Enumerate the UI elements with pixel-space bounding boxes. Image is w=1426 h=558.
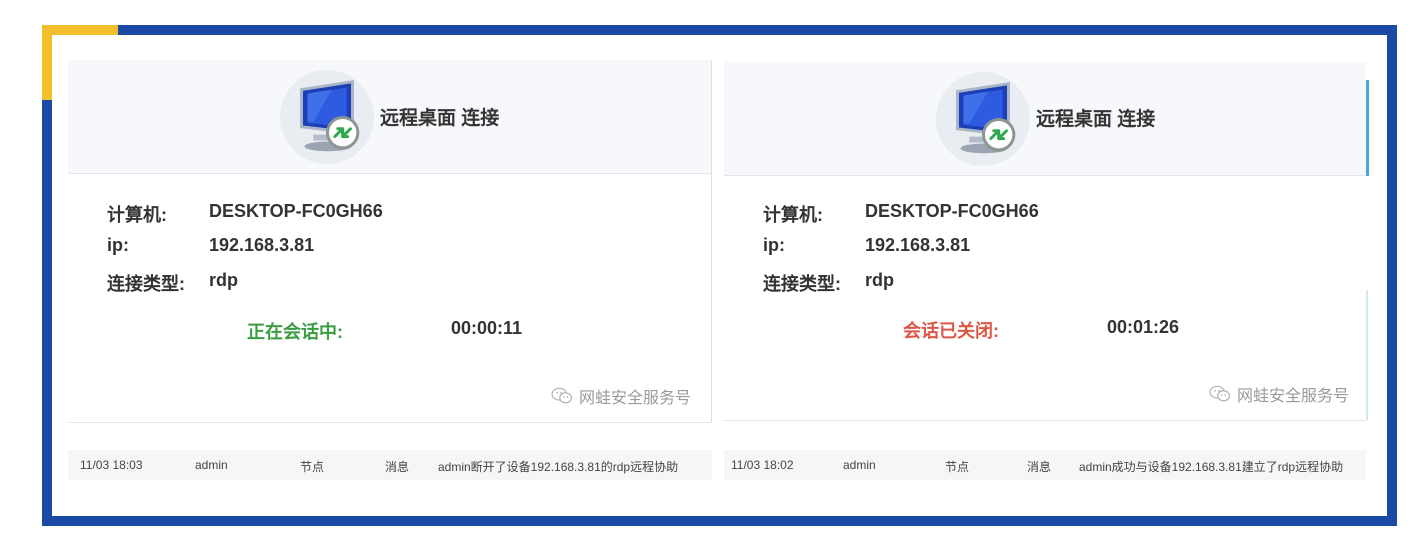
ip-value: 192.168.3.81 xyxy=(865,235,971,255)
corner-accent-vertical xyxy=(42,25,52,100)
ip-value: 192.168.3.81 xyxy=(209,235,315,255)
watermark: 网蛙安全服务号 xyxy=(551,384,691,408)
log-user: admin xyxy=(195,458,228,472)
session-panel-right: 远程桌面 连接 计算机: DESKTOP-FC0GH66 ip: 192.168… xyxy=(724,62,1366,420)
session-panel-left: 远程桌面 连接 计算机: DESKTOP-FC0GH66 ip: 192.168… xyxy=(68,60,712,422)
edge-line xyxy=(1366,290,1368,420)
watermark-text: 网蛙安全服务号 xyxy=(1237,388,1350,405)
remote-desktop-icon xyxy=(279,69,375,165)
log-time: 11/03 18:02 xyxy=(731,458,794,472)
wechat-icon xyxy=(551,387,573,404)
ip-label: ip: xyxy=(107,235,129,255)
connection-type-value: rdp xyxy=(209,270,238,290)
watermark-text: 网蛙安全服务号 xyxy=(579,390,692,407)
log-type: 消息 xyxy=(385,460,410,474)
session-status-label: 会话已关闭: xyxy=(903,321,999,341)
panel-divider-left xyxy=(68,422,712,423)
edge-accent xyxy=(1366,80,1369,176)
session-duration: 00:00:11 xyxy=(451,318,523,338)
computer-value: DESKTOP-FC0GH66 xyxy=(865,201,1039,221)
panel-title: 远程桌面 连接 xyxy=(1036,109,1156,130)
panel-divider-right xyxy=(724,420,1366,421)
log-user: admin xyxy=(843,458,876,472)
wechat-icon xyxy=(1209,385,1231,402)
connection-type-value: rdp xyxy=(865,270,894,290)
log-row-right[interactable]: 11/03 18:02 admin 节点 消息 admin成功与设备192.16… xyxy=(724,450,1366,480)
corner-accent xyxy=(42,25,118,35)
connection-type-label: 连接类型: xyxy=(107,274,185,294)
computer-label: 计算机: xyxy=(763,205,823,225)
session-duration: 00:01:26 xyxy=(1107,317,1180,337)
log-type: 消息 xyxy=(1027,460,1052,474)
panel-title: 远程桌面 连接 xyxy=(380,108,500,129)
computer-label: 计算机: xyxy=(107,205,167,225)
ip-label: ip: xyxy=(763,235,785,255)
connection-type-label: 连接类型: xyxy=(763,274,841,294)
session-status-label: 正在会话中: xyxy=(247,322,343,342)
log-row-left[interactable]: 11/03 18:03 admin 节点 消息 admin断开了设备192.16… xyxy=(68,450,712,480)
log-message: admin断开了设备192.168.3.81的rdp远程协助 xyxy=(438,460,679,474)
log-time: 11/03 18:03 xyxy=(80,458,143,472)
watermark: 网蛙安全服务号 xyxy=(1209,382,1349,406)
remote-desktop-icon xyxy=(935,71,1031,167)
log-node: 节点 xyxy=(300,460,325,474)
log-message: admin成功与设备192.168.3.81建立了rdp远程协助 xyxy=(1079,460,1344,474)
computer-value: DESKTOP-FC0GH66 xyxy=(209,201,383,221)
log-node: 节点 xyxy=(945,460,970,474)
